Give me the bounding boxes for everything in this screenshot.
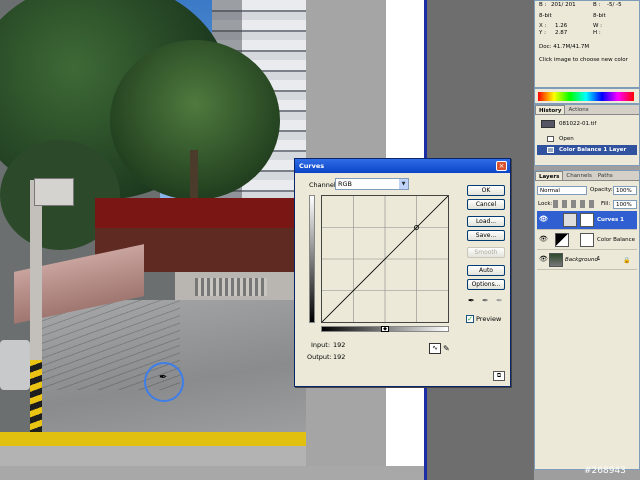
fill-input[interactable]: 100% — [613, 200, 637, 209]
pole-hazard-stripes — [30, 360, 42, 432]
history-item-color-balance[interactable]: Color Balance 1 Layer — [537, 145, 637, 155]
history-snapshot[interactable]: 081022-01.tif — [537, 119, 637, 129]
visibility-eye-icon[interactable]: 👁 — [539, 256, 548, 263]
tab-actions[interactable]: Actions — [565, 105, 591, 114]
layer-background[interactable]: 👁 Background 🔒 — [537, 251, 637, 270]
layer-name: Background — [565, 257, 598, 263]
input-label: Input: — [311, 341, 331, 349]
info-b2-label: B : — [593, 2, 601, 8]
history-panel: History Actions 081022-01.tif Open Color… — [534, 104, 640, 166]
auto-button[interactable]: Auto — [467, 265, 505, 276]
snapshot-thumbnail — [541, 120, 555, 128]
info-bit-left: 8-bit — [539, 13, 552, 19]
chevron-down-icon[interactable]: ▼ — [399, 179, 408, 189]
cancel-button[interactable]: Cancel — [467, 199, 505, 210]
output-value: 192 — [333, 353, 346, 361]
dialog-title[interactable]: Curves — [295, 159, 510, 173]
decorative-vent — [195, 278, 267, 296]
layers-panel: Layers Channels Paths Normal Opacity: 10… — [534, 170, 640, 470]
layer-curves-1[interactable]: 👁 Curves 1 — [537, 211, 637, 230]
opacity-input[interactable]: 100% — [613, 186, 637, 195]
road — [0, 446, 306, 468]
snapshot-label: 081022-01.tif — [559, 121, 597, 127]
visibility-eye-icon[interactable]: 👁 — [539, 216, 548, 223]
info-y-value: 2.87 — [555, 30, 568, 36]
blend-mode-select[interactable]: Normal — [537, 186, 587, 195]
output-label: Output: — [307, 353, 332, 361]
temple-roof — [95, 198, 306, 228]
status-bar — [0, 466, 424, 480]
save-button[interactable]: Save... — [467, 230, 505, 241]
output-gradient-bar — [309, 195, 315, 323]
info-y-label: Y : — [539, 30, 546, 36]
parked-car — [0, 340, 30, 390]
ok-button[interactable]: OK — [467, 185, 505, 196]
layer-color-balance-1[interactable]: 👁 Color Balance 1 — [537, 231, 637, 262]
lock-label: Lock: — [538, 201, 553, 207]
info-bit-right: 8-bit — [593, 13, 606, 19]
history-state-icon — [547, 147, 554, 153]
curve-grid — [321, 195, 449, 323]
opacity-label: Opacity: — [590, 187, 613, 193]
adjustment-thumbnail — [563, 213, 577, 227]
background-thumbnail — [549, 253, 563, 267]
gray-point-eyedropper-icon[interactable]: ✒ — [482, 296, 492, 306]
yellow-curb — [0, 432, 306, 446]
gradient-toggle-icon[interactable]: ◆ — [381, 326, 389, 332]
channel-label: Channel: — [309, 181, 338, 189]
info-b2-value: -5/ -5 — [607, 2, 622, 8]
input-value: 192 — [333, 341, 346, 349]
info-w-label: W : — [593, 23, 603, 29]
adjustment-thumbnail — [555, 233, 569, 247]
photo-canvas[interactable]: ✒ — [0, 0, 306, 468]
preview-checkbox[interactable]: ✓ — [466, 315, 474, 323]
layer-mask-thumbnail — [580, 213, 594, 227]
layer-name: Curves 1 — [597, 217, 624, 223]
history-tabs: History Actions — [535, 105, 639, 115]
curves-dialog: Curves × Channel: RGB ▼ ◆ Input: 192 Out… — [294, 158, 511, 387]
pencil-tool-icon[interactable]: ✎ — [443, 343, 453, 354]
history-item-label: Color Balance 1 Layer — [559, 147, 627, 153]
sampler-eyedropper-icon: ✒ — [159, 372, 168, 383]
fill-label: Fill: — [601, 201, 611, 207]
layer-mask-thumbnail — [580, 233, 594, 247]
options-button[interactable]: Options... — [467, 279, 505, 290]
load-button[interactable]: Load... — [467, 216, 505, 227]
info-x-label: X : — [539, 23, 547, 29]
lock-icon: 🔒 — [623, 257, 631, 264]
tab-layers[interactable]: Layers — [535, 171, 564, 180]
white-point-eyedropper-icon[interactable]: ✒ — [496, 296, 506, 306]
preview-label: Preview — [476, 315, 502, 323]
lock-icons[interactable] — [553, 200, 595, 208]
tab-channels[interactable]: Channels — [563, 171, 594, 180]
info-b-value: 201/ 201 — [551, 2, 576, 8]
info-b-label: B : — [539, 2, 547, 8]
curve-tool-icon[interactable]: ∿ — [429, 343, 441, 354]
color-spectrum[interactable] — [538, 92, 634, 101]
info-hint: Click image to choose new color — [539, 57, 628, 63]
history-item-open[interactable]: Open — [537, 134, 637, 144]
expand-view-icon[interactable]: ⧉ — [493, 371, 505, 381]
channel-select[interactable]: RGB — [335, 178, 409, 190]
watermark: #268943 — [584, 466, 626, 476]
close-button[interactable]: × — [496, 161, 507, 171]
curve-graph[interactable] — [321, 195, 449, 323]
info-panel: B : 201/ 201 B : -5/ -5 8-bit 8-bit X : … — [534, 0, 640, 88]
layers-tabs: Layers Channels Paths — [535, 171, 639, 181]
info-h-label: H : — [593, 30, 601, 36]
tab-history[interactable]: History — [535, 105, 566, 114]
info-x-value: 1.26 — [555, 23, 568, 29]
info-doc-size: Doc: 41.7M/41.7M — [539, 44, 590, 50]
history-item-label: Open — [559, 136, 574, 142]
smooth-button[interactable]: Smooth — [467, 247, 505, 258]
history-state-icon — [547, 136, 554, 142]
street-lamp — [34, 178, 74, 206]
tab-paths[interactable]: Paths — [595, 171, 616, 180]
black-point-eyedropper-icon[interactable]: ✒ — [468, 296, 478, 306]
color-panel — [534, 88, 640, 104]
visibility-eye-icon[interactable]: 👁 — [539, 236, 548, 243]
